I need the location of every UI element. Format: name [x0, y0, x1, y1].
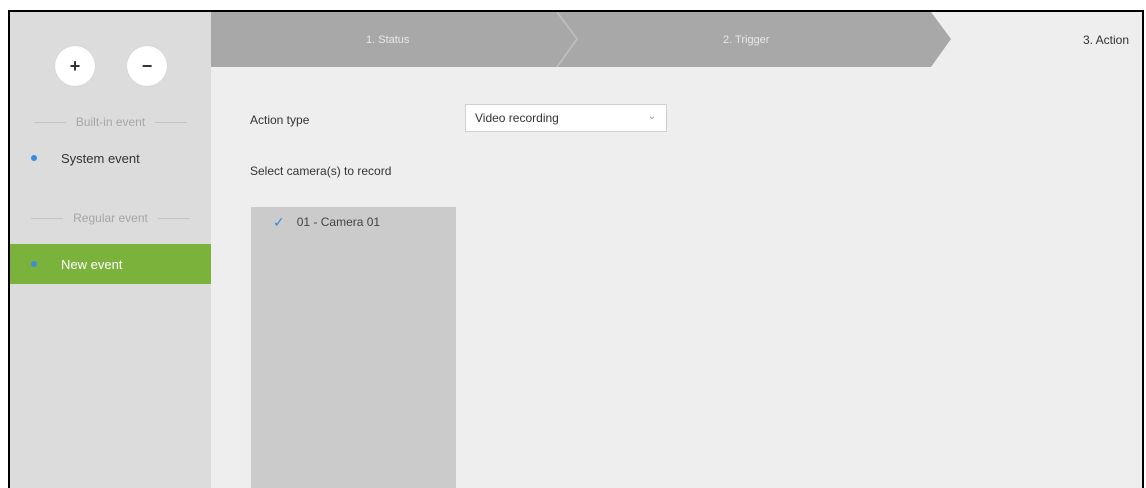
- event-settings-window: + − Built-in event System event Regular …: [8, 10, 1144, 488]
- status-dot: [31, 155, 37, 161]
- sidebar: + − Built-in event System event Regular …: [10, 12, 211, 488]
- camera-item-label: 01 - Camera 01: [296, 215, 381, 229]
- select-cameras-label: Select camera(s) to record: [250, 164, 392, 178]
- action-type-value: Video recording: [475, 111, 559, 125]
- camera-list: ✓ 01 - Camera 01: [251, 207, 456, 488]
- sidebar-item-label: System event: [61, 150, 140, 166]
- add-event-button[interactable]: +: [55, 46, 95, 86]
- sidebar-item-new-event[interactable]: New event: [10, 244, 211, 284]
- check-icon: ✓: [273, 213, 285, 230]
- group-label-regular: Regular event: [10, 210, 211, 226]
- step-action[interactable]: 3. Action: [1083, 12, 1129, 67]
- sidebar-item-system-event[interactable]: System event: [10, 138, 211, 178]
- status-dot: [31, 261, 37, 267]
- camera-item[interactable]: ✓ 01 - Camera 01: [251, 207, 456, 237]
- action-type-label: Action type: [250, 113, 310, 127]
- remove-event-button[interactable]: −: [127, 46, 167, 86]
- sidebar-item-label: New event: [61, 256, 123, 272]
- step-bar: [211, 12, 951, 67]
- group-label-built-in: Built-in event: [10, 114, 211, 130]
- action-type-select[interactable]: Video recording ⌄: [465, 104, 667, 132]
- step-trigger[interactable]: 2. Trigger: [723, 12, 769, 67]
- wizard-steps: 1. Status 2. Trigger 3. Action: [211, 12, 1142, 67]
- step-status[interactable]: 1. Status: [366, 12, 409, 67]
- chevron-down-icon: ⌄: [647, 111, 656, 122]
